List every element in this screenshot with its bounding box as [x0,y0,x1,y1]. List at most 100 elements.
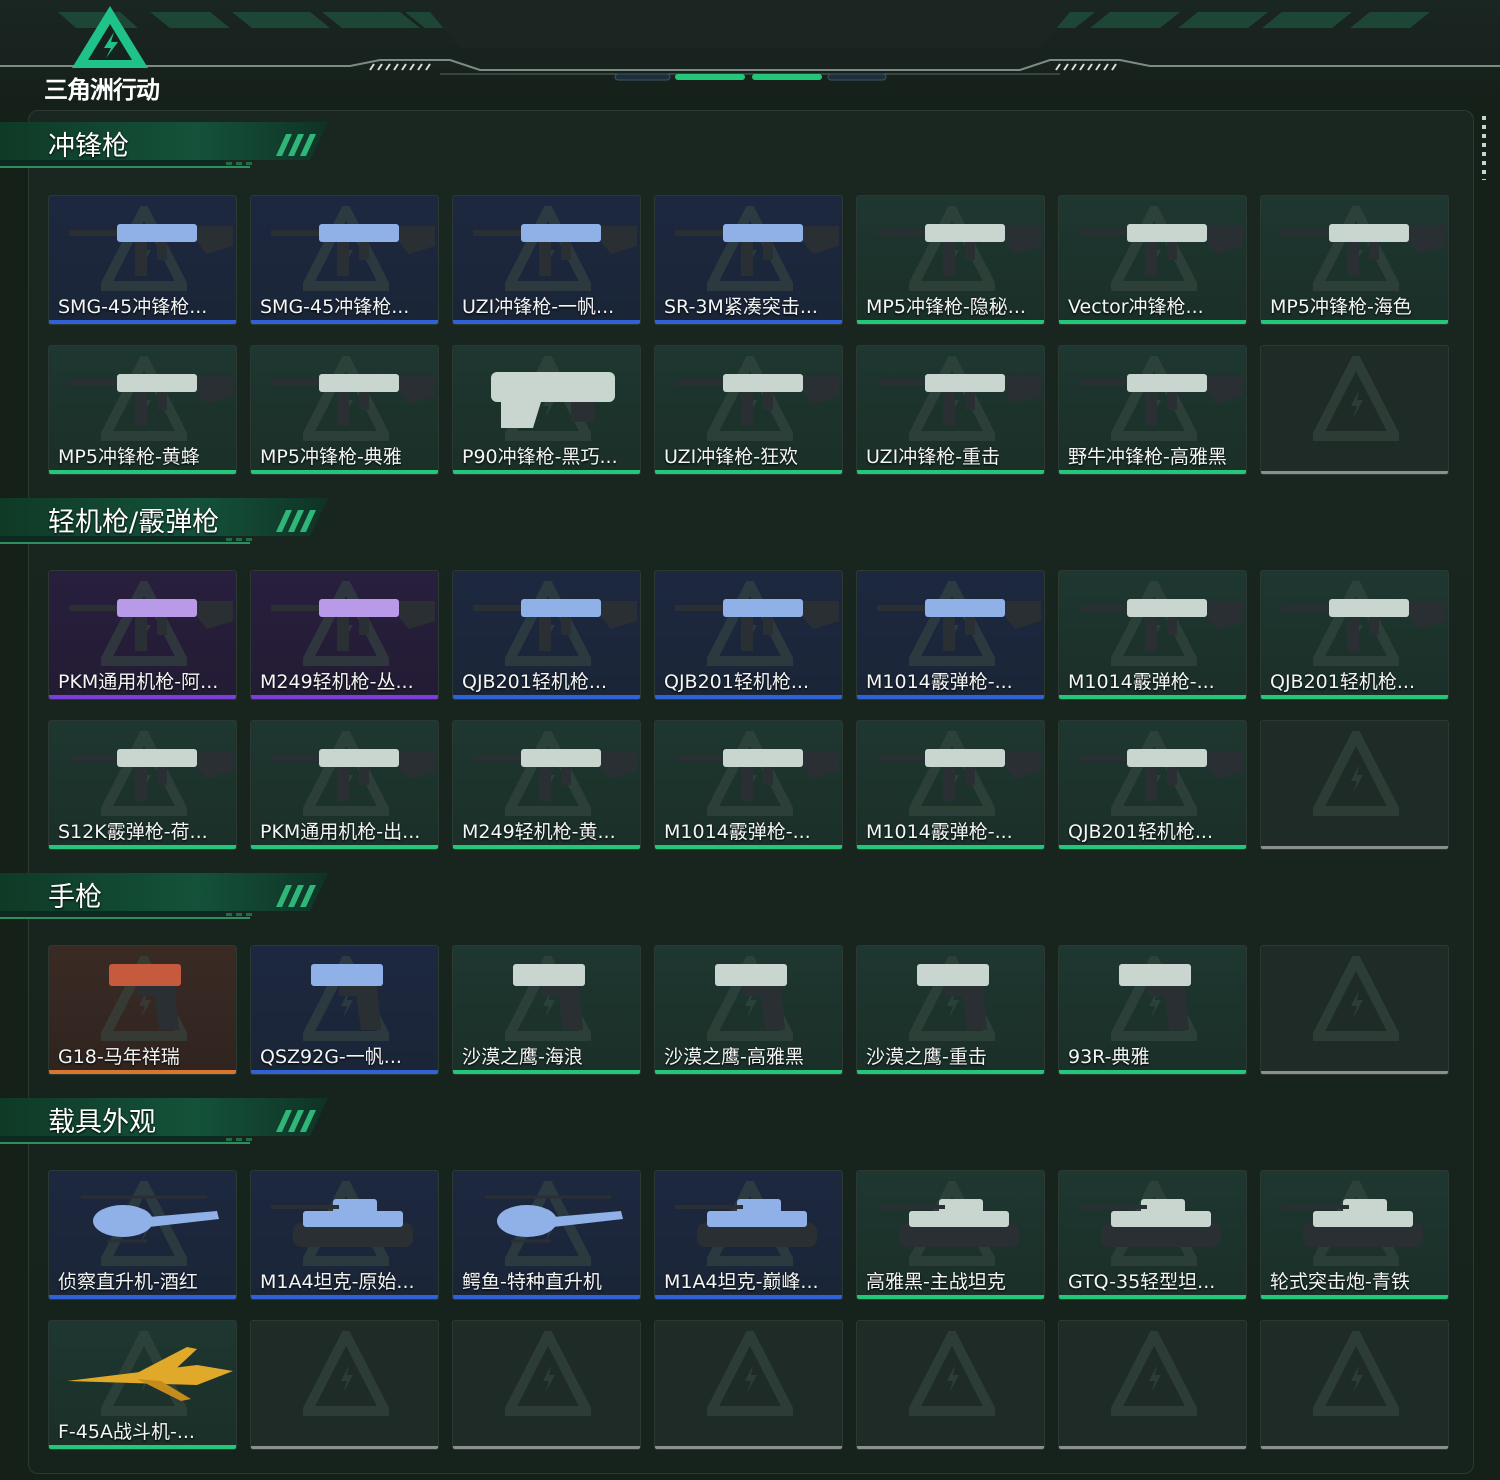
item-card[interactable]: 鳄鱼-特种直升机 [452,1170,641,1300]
item-card[interactable]: M249轻机枪-丛... [250,570,439,700]
item-card[interactable]: MP5冲锋枪-海色 [1260,195,1449,325]
item-card[interactable]: SR-3M紧凑突击... [654,195,843,325]
item-card[interactable]: QJB201轻机枪... [1058,720,1247,850]
pistol-icon [917,964,989,1030]
item-card[interactable]: M1014霰弹枪-... [856,720,1045,850]
item-card[interactable]: QJB201轻机枪... [1260,570,1449,700]
item-card[interactable]: PKM通用机枪-出... [250,720,439,850]
item-card[interactable]: G18-马年祥瑞 [48,945,237,1075]
item-card[interactable]: M1A4坦克-原始... [250,1170,439,1300]
item-card[interactable]: 沙漠之鹰-重击 [856,945,1045,1075]
header-decoration [0,0,1500,81]
jet-icon [67,1347,233,1401]
background-triangle-icon [1313,356,1399,441]
item-name: QJB201轻机枪... [462,671,607,693]
section-title-text: 冲锋枪 [48,131,129,162]
item-name: G18-马年祥瑞 [58,1046,180,1068]
quality-bar [49,1445,236,1449]
item-name: 沙漠之鹰-海浪 [462,1046,583,1068]
quality-bar [857,320,1044,324]
quality-bar [1261,846,1448,849]
item-card[interactable]: SMG-45冲锋枪... [48,195,237,325]
item-card[interactable]: MP5冲锋枪-典雅 [250,345,439,475]
smg-icon [877,224,1041,276]
item-card[interactable]: 侦察直升机-酒红 [48,1170,237,1300]
item-name: 鳄鱼-特种直升机 [462,1271,602,1293]
quality-bar [251,1295,438,1299]
quality-bar [1059,845,1246,849]
item-card[interactable]: M1014霰弹枪-... [654,720,843,850]
empty-slot [1260,720,1449,850]
item-card[interactable]: QJB201轻机枪... [654,570,843,700]
item-card[interactable]: M1A4坦克-巅峰... [654,1170,843,1300]
quality-bar [655,1295,842,1299]
item-card[interactable]: S12K霰弹枪-荷... [48,720,237,850]
item-card[interactable]: M1014霰弹枪-... [856,570,1045,700]
item-name: M249轻机枪-丛... [260,671,414,693]
item-card[interactable]: UZI冲锋枪-狂欢 [654,345,843,475]
item-name: SMG-45冲锋枪... [260,296,410,318]
item-name: 93R-典雅 [1068,1046,1150,1068]
quality-bar [1261,1295,1448,1299]
item-card[interactable]: QJB201轻机枪... [452,570,641,700]
smg-icon [271,224,435,276]
logo-text: 三角洲行动 [44,76,160,104]
scrollbar[interactable] [1482,116,1486,180]
quality-bar [251,845,438,849]
item-card[interactable]: UZI冲锋枪-一帆... [452,195,641,325]
item-name: SMG-45冲锋枪... [58,296,208,318]
item-card[interactable]: UZI冲锋枪-重击 [856,345,1045,475]
item-card[interactable]: 93R-典雅 [1058,945,1247,1075]
quality-bar [655,320,842,324]
empty-slot [1260,345,1449,475]
empty-slot [1260,945,1449,1075]
quality-bar [1059,1295,1246,1299]
item-card[interactable]: M1014霰弹枪-... [1058,570,1247,700]
quality-bar [857,1446,1044,1449]
item-card[interactable]: 轮式突击炮-青铁 [1260,1170,1449,1300]
item-card[interactable]: PKM通用机枪-阿... [48,570,237,700]
smg-icon [1079,224,1243,276]
item-name: M1014霰弹枪-... [1068,671,1215,693]
item-name: UZI冲锋枪-重击 [866,446,1001,468]
smg-icon [69,374,233,426]
item-card[interactable]: GTQ-35轻型坦... [1058,1170,1247,1300]
item-card[interactable]: 沙漠之鹰-高雅黑 [654,945,843,1075]
item-card[interactable]: P90冲锋枪-黑巧... [452,345,641,475]
item-card[interactable]: QSZ92G-一帆... [250,945,439,1075]
delta-logo-icon [72,6,148,68]
item-card[interactable]: F-45A战斗机-... [48,1320,237,1450]
item-card[interactable]: 沙漠之鹰-海浪 [452,945,641,1075]
quality-bar [251,1446,438,1449]
quality-bar [453,1295,640,1299]
section-title-text: 手枪 [48,882,102,913]
quality-bar [49,695,236,699]
quality-bar [453,845,640,849]
armored-car-icon [1281,1199,1423,1247]
shotgun-icon [1079,599,1243,651]
item-card[interactable]: M249轻机枪-黄... [452,720,641,850]
item-card[interactable]: SMG-45冲锋枪... [250,195,439,325]
item-card[interactable]: 野牛冲锋枪-高雅黑 [1058,345,1247,475]
section-title-text: 载具外观 [48,1107,156,1138]
lmg-icon [271,749,435,801]
item-card[interactable]: Vector冲锋枪... [1058,195,1247,325]
background-triangle-icon [1313,1331,1399,1416]
smg-icon [1079,374,1243,426]
item-name: 沙漠之鹰-重击 [866,1046,987,1068]
item-name: P90冲锋枪-黑巧... [462,446,618,468]
quality-bar [49,320,236,324]
quality-bar [453,320,640,324]
quality-bar [251,695,438,699]
smg-icon [271,374,435,426]
helicopter-icon [81,1195,219,1243]
empty-slot [452,1320,641,1450]
item-card[interactable]: 高雅黑-主战坦克 [856,1170,1045,1300]
item-name: GTQ-35轻型坦... [1068,1271,1216,1293]
item-name: QSZ92G-一帆... [260,1046,402,1068]
quality-bar [453,470,640,474]
item-card[interactable]: MP5冲锋枪-黄蜂 [48,345,237,475]
quality-bar [49,1295,236,1299]
section-title-text: 轻机枪/霰弹枪 [48,507,220,538]
item-card[interactable]: MP5冲锋枪-隐秘... [856,195,1045,325]
